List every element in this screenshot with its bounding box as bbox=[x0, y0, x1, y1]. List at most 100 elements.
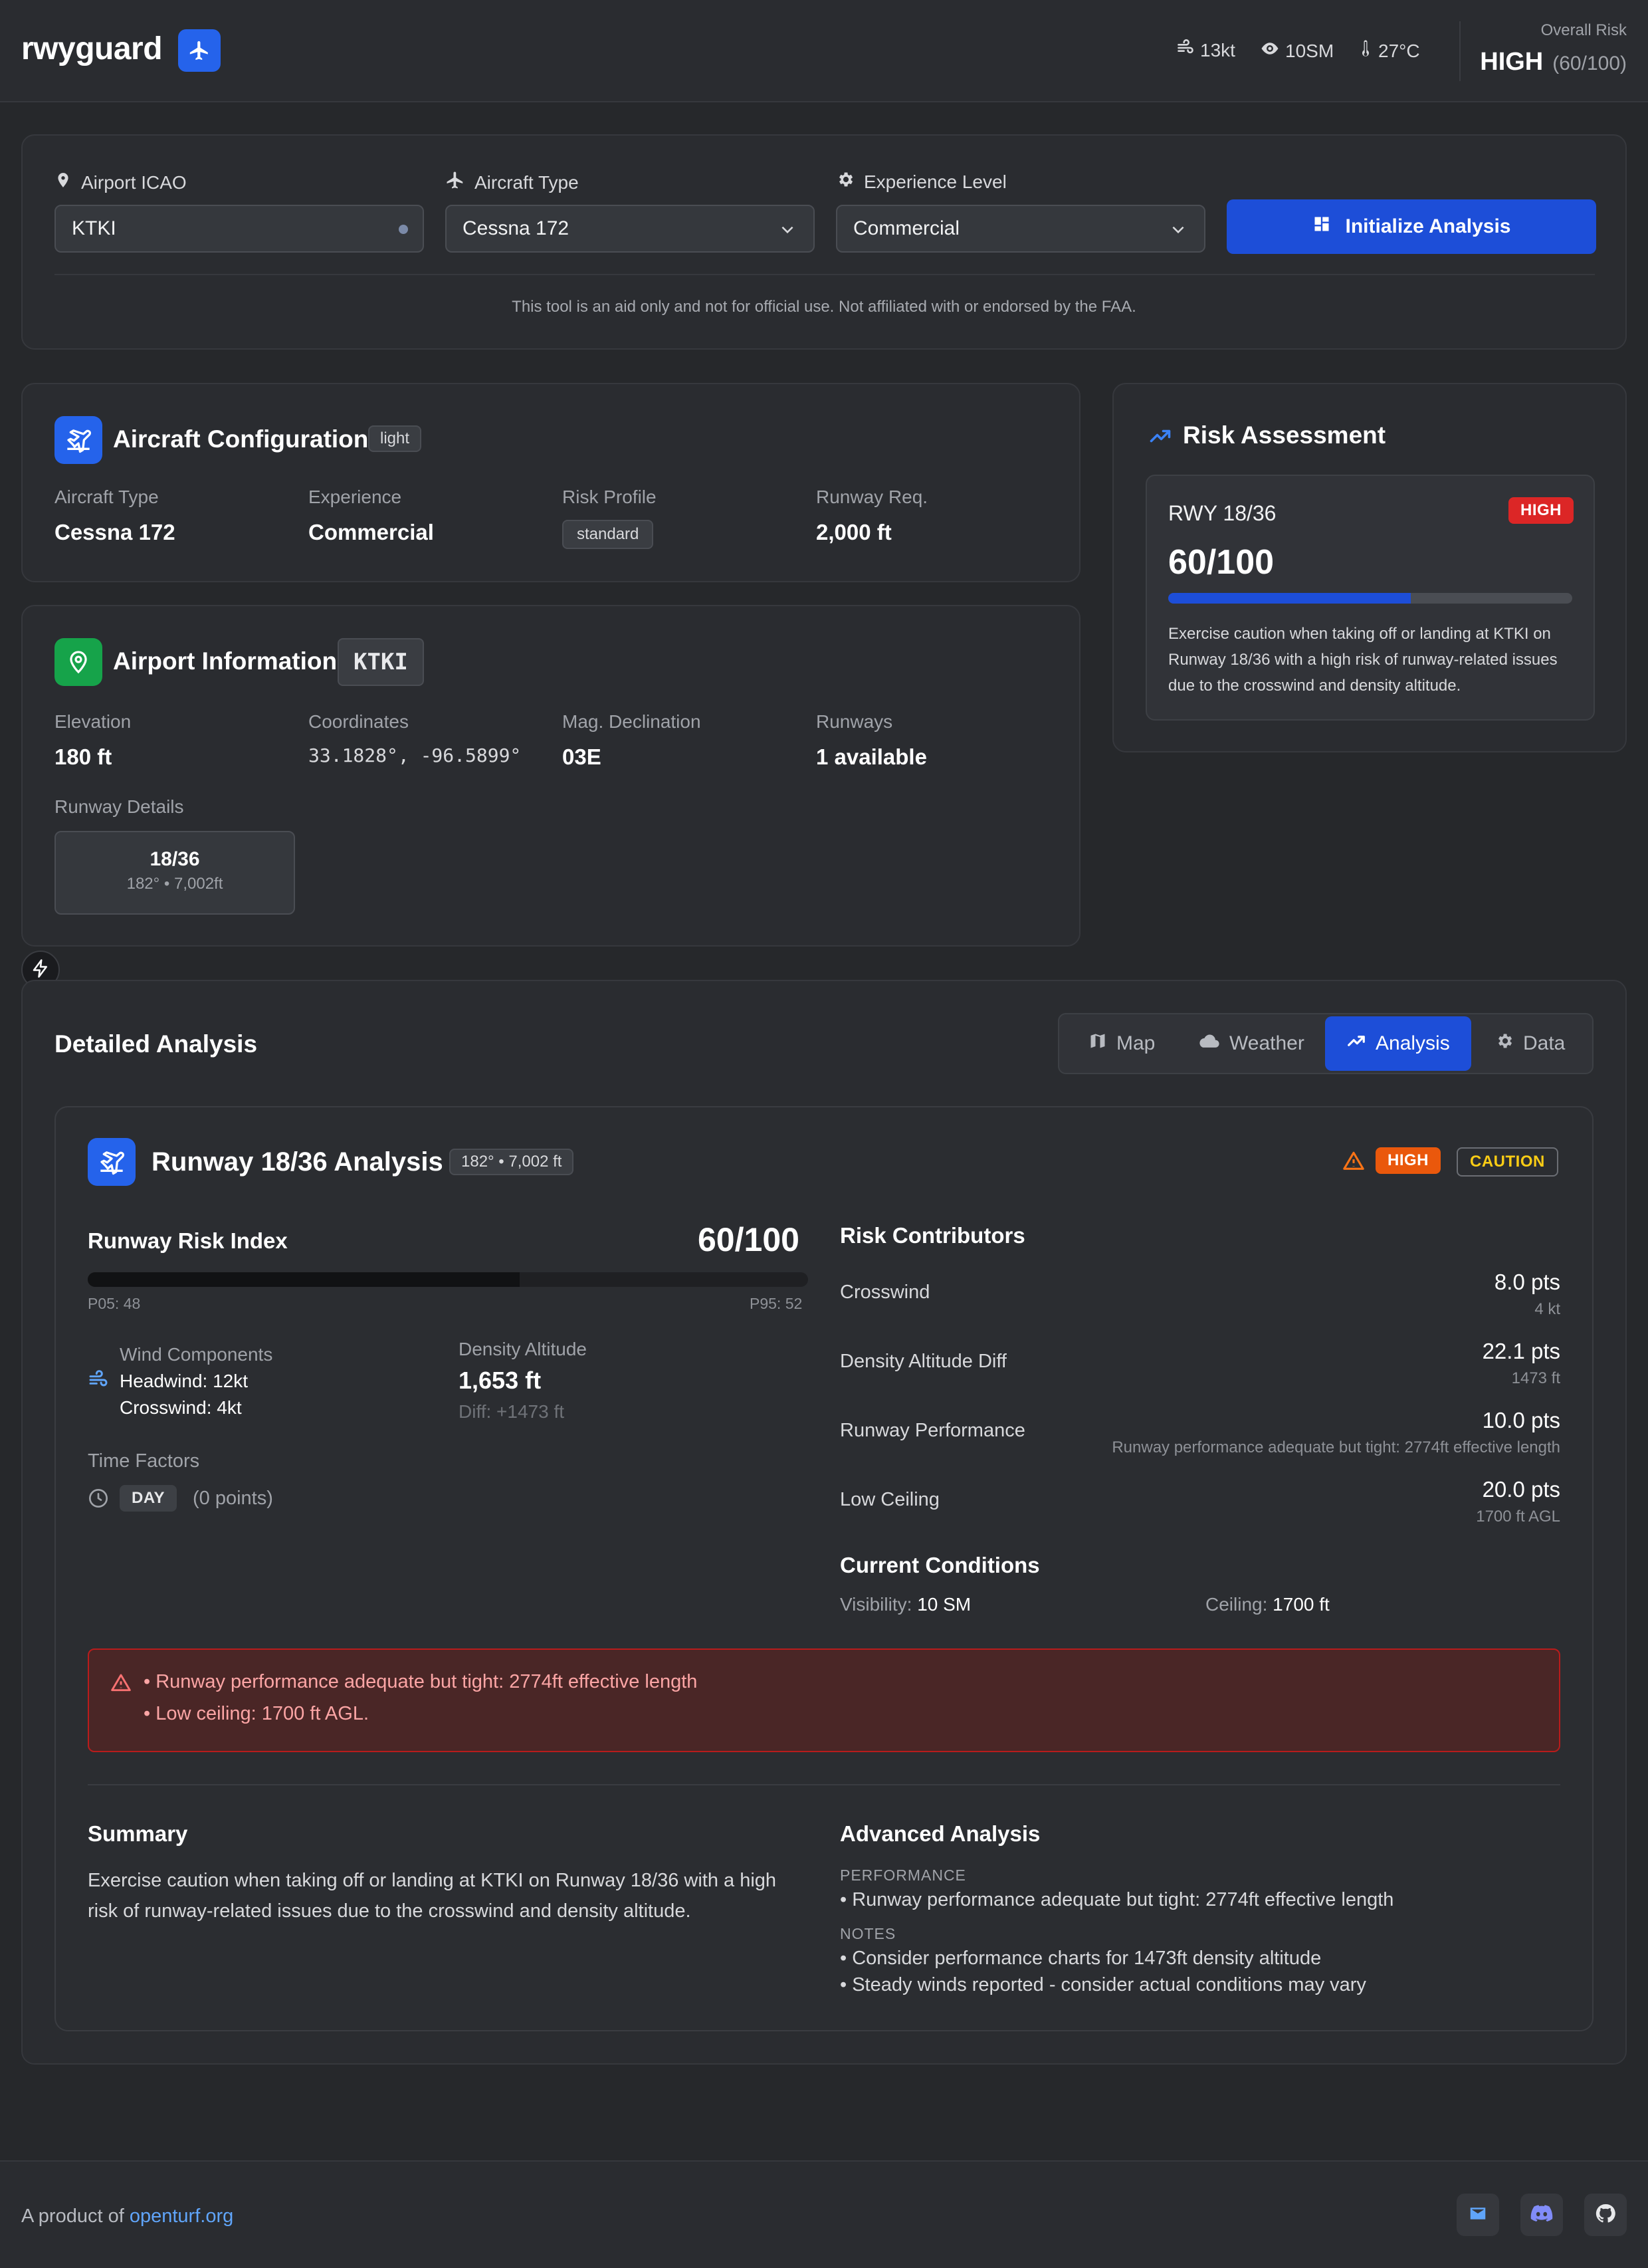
map-icon bbox=[1088, 1032, 1107, 1056]
header-divider bbox=[1459, 21, 1461, 81]
ceiling-condition-value: 1700 ft bbox=[1273, 1594, 1330, 1615]
plane-takeoff-icon bbox=[88, 1138, 136, 1186]
footer-link[interactable]: openturf.org bbox=[130, 2206, 233, 2227]
risk-score-bar bbox=[1168, 593, 1572, 604]
gear-icon bbox=[1495, 1032, 1514, 1056]
warning-item: • Low ceiling: 1700 ft AGL. bbox=[144, 1703, 369, 1724]
footer: A product of openturf.org bbox=[0, 2160, 1648, 2268]
eye-icon bbox=[1260, 39, 1280, 63]
headwind-value: Headwind: 12kt bbox=[120, 1371, 249, 1391]
trend-icon bbox=[1346, 1031, 1366, 1056]
contributor-detail: 1473 ft bbox=[1511, 1369, 1560, 1387]
elevation-label: Elevation bbox=[54, 711, 132, 732]
runway-details-label: Runway Details bbox=[54, 796, 184, 817]
time-factors-label: Time Factors bbox=[88, 1450, 200, 1472]
runway-req-label: Runway Req. bbox=[816, 487, 928, 507]
aircraft-type-select[interactable]: Cessna 172 bbox=[445, 205, 815, 253]
aircraft-type-label: Aircraft Type bbox=[54, 487, 159, 507]
bolt-icon bbox=[31, 959, 51, 982]
time-points: (0 points) bbox=[193, 1488, 273, 1509]
warning-item: • Runway performance adequate but tight:… bbox=[144, 1671, 698, 1692]
tab-analysis[interactable]: Analysis bbox=[1325, 1016, 1471, 1071]
runway-meta-badge: 182° • 7,002 ft bbox=[449, 1149, 574, 1175]
visibility-condition-value: 10 SM bbox=[917, 1594, 972, 1615]
footer-credit: A product of openturf.org bbox=[21, 2206, 233, 2227]
elevation-value: 180 ft bbox=[54, 744, 112, 769]
high-badge: HIGH bbox=[1376, 1147, 1441, 1174]
p05-label: P05: 48 bbox=[88, 1295, 141, 1312]
ceiling-condition: Ceiling: 1700 ft bbox=[1205, 1594, 1330, 1615]
density-altitude-diff: Diff: +1473 ft bbox=[459, 1401, 565, 1422]
wind-icon bbox=[1176, 39, 1195, 62]
coordinates-value: 33.1828°, -96.5899° bbox=[308, 744, 522, 766]
plane-logo-icon bbox=[178, 29, 221, 72]
gear-icon bbox=[836, 170, 855, 193]
warnings-alert: • Runway performance adequate but tight:… bbox=[88, 1648, 1560, 1752]
wind-indicator: 13kt bbox=[1176, 39, 1235, 62]
tab-weather-label: Weather bbox=[1229, 1032, 1304, 1054]
app-logo[interactable]: rwyguard bbox=[21, 31, 163, 67]
clock-icon bbox=[88, 1488, 109, 1512]
mail-icon bbox=[1468, 2204, 1488, 2227]
caution-badge: CAUTION bbox=[1457, 1147, 1558, 1177]
runway-chip-meta: 182° • 7,002ft bbox=[126, 875, 223, 893]
initialize-analysis-label: Initialize Analysis bbox=[1345, 215, 1511, 237]
app-header: rwyguard 13kt 10SM 27°C Overall Risk HIG… bbox=[0, 0, 1648, 102]
risk-index-bar-fill bbox=[88, 1272, 520, 1287]
experience-label-row: Experience Level bbox=[836, 170, 1007, 193]
warning-triangle-icon bbox=[1342, 1150, 1365, 1176]
airport-icao-input[interactable]: KTKI bbox=[54, 205, 424, 253]
runway-risk-panel: RWY 18/36 HIGH 60/100 Exercise caution w… bbox=[1146, 475, 1595, 721]
trend-up-icon bbox=[1148, 424, 1172, 451]
visibility-condition-label: Visibility: bbox=[840, 1594, 912, 1615]
runway-chip-name: 18/36 bbox=[150, 848, 200, 870]
experience-level-select[interactable]: Commercial bbox=[836, 205, 1205, 253]
overall-risk-score: (60/100) bbox=[1552, 53, 1627, 74]
airport-icao-badge: KTKI bbox=[338, 638, 424, 686]
risk-summary-text: Exercise caution when taking off or land… bbox=[1168, 625, 1558, 695]
aircraft-type-value: Cessna 172 bbox=[463, 217, 569, 239]
runways-value: 1 available bbox=[816, 744, 927, 769]
risk-profile-label: Risk Profile bbox=[562, 487, 657, 507]
airport-label-row: Airport ICAO bbox=[54, 170, 187, 195]
contributor-name: Density Altitude Diff bbox=[840, 1351, 1007, 1372]
risk-assessment-title: Risk Assessment bbox=[1183, 421, 1386, 449]
coordinates-label: Coordinates bbox=[308, 711, 409, 732]
experience-label: Experience Level bbox=[864, 171, 1007, 192]
runway-chip[interactable]: 18/36 182° • 7,002ft bbox=[54, 831, 295, 915]
visibility-condition: Visibility: 10 SM bbox=[840, 1594, 971, 1615]
mag-declination-value: 03E bbox=[562, 744, 601, 769]
contributor-name: Crosswind bbox=[840, 1282, 930, 1303]
runway-req-value: 2,000 ft bbox=[816, 520, 892, 544]
map-pin-icon bbox=[54, 638, 102, 686]
risk-contributors-title: Risk Contributors bbox=[840, 1223, 1025, 1248]
form-divider bbox=[54, 274, 1595, 275]
notes-item: • Steady winds reported - consider actua… bbox=[840, 1974, 1366, 1995]
plane-takeoff-icon bbox=[54, 416, 102, 464]
day-badge: DAY bbox=[120, 1485, 177, 1512]
tab-data[interactable]: Data bbox=[1474, 1016, 1586, 1071]
experience-level-value: Commercial bbox=[853, 217, 960, 239]
chevron-down-icon bbox=[779, 221, 796, 243]
contributor-points: 8.0 pts bbox=[1494, 1270, 1560, 1294]
contributor-points: 20.0 pts bbox=[1482, 1477, 1560, 1502]
visibility-indicator: 10SM bbox=[1260, 39, 1334, 63]
airport-information-title: Airport Information bbox=[113, 647, 338, 675]
disclaimer: This tool is an aid only and not for off… bbox=[512, 298, 1136, 316]
contributor-name: Low Ceiling bbox=[840, 1489, 940, 1510]
discord-button[interactable] bbox=[1520, 2194, 1563, 2236]
aircraft-label-row: Aircraft Type bbox=[445, 170, 579, 195]
tab-map[interactable]: Map bbox=[1067, 1016, 1176, 1071]
density-altitude-value: 1,653 ft bbox=[459, 1367, 542, 1394]
current-conditions-title: Current Conditions bbox=[840, 1553, 1040, 1577]
performance-heading: PERFORMANCE bbox=[840, 1867, 966, 1884]
tab-weather[interactable]: Weather bbox=[1176, 1016, 1326, 1071]
github-button[interactable] bbox=[1584, 2194, 1627, 2236]
github-icon bbox=[1595, 2203, 1616, 2227]
detailed-analysis-title: Detailed Analysis bbox=[54, 1030, 258, 1058]
aircraft-label: Aircraft Type bbox=[474, 171, 579, 193]
crosswind-value: Crosswind: 4kt bbox=[120, 1397, 242, 1418]
ceiling-condition-label: Ceiling: bbox=[1205, 1594, 1268, 1615]
initialize-analysis-button[interactable]: Initialize Analysis bbox=[1227, 199, 1596, 254]
email-button[interactable] bbox=[1457, 2194, 1499, 2236]
